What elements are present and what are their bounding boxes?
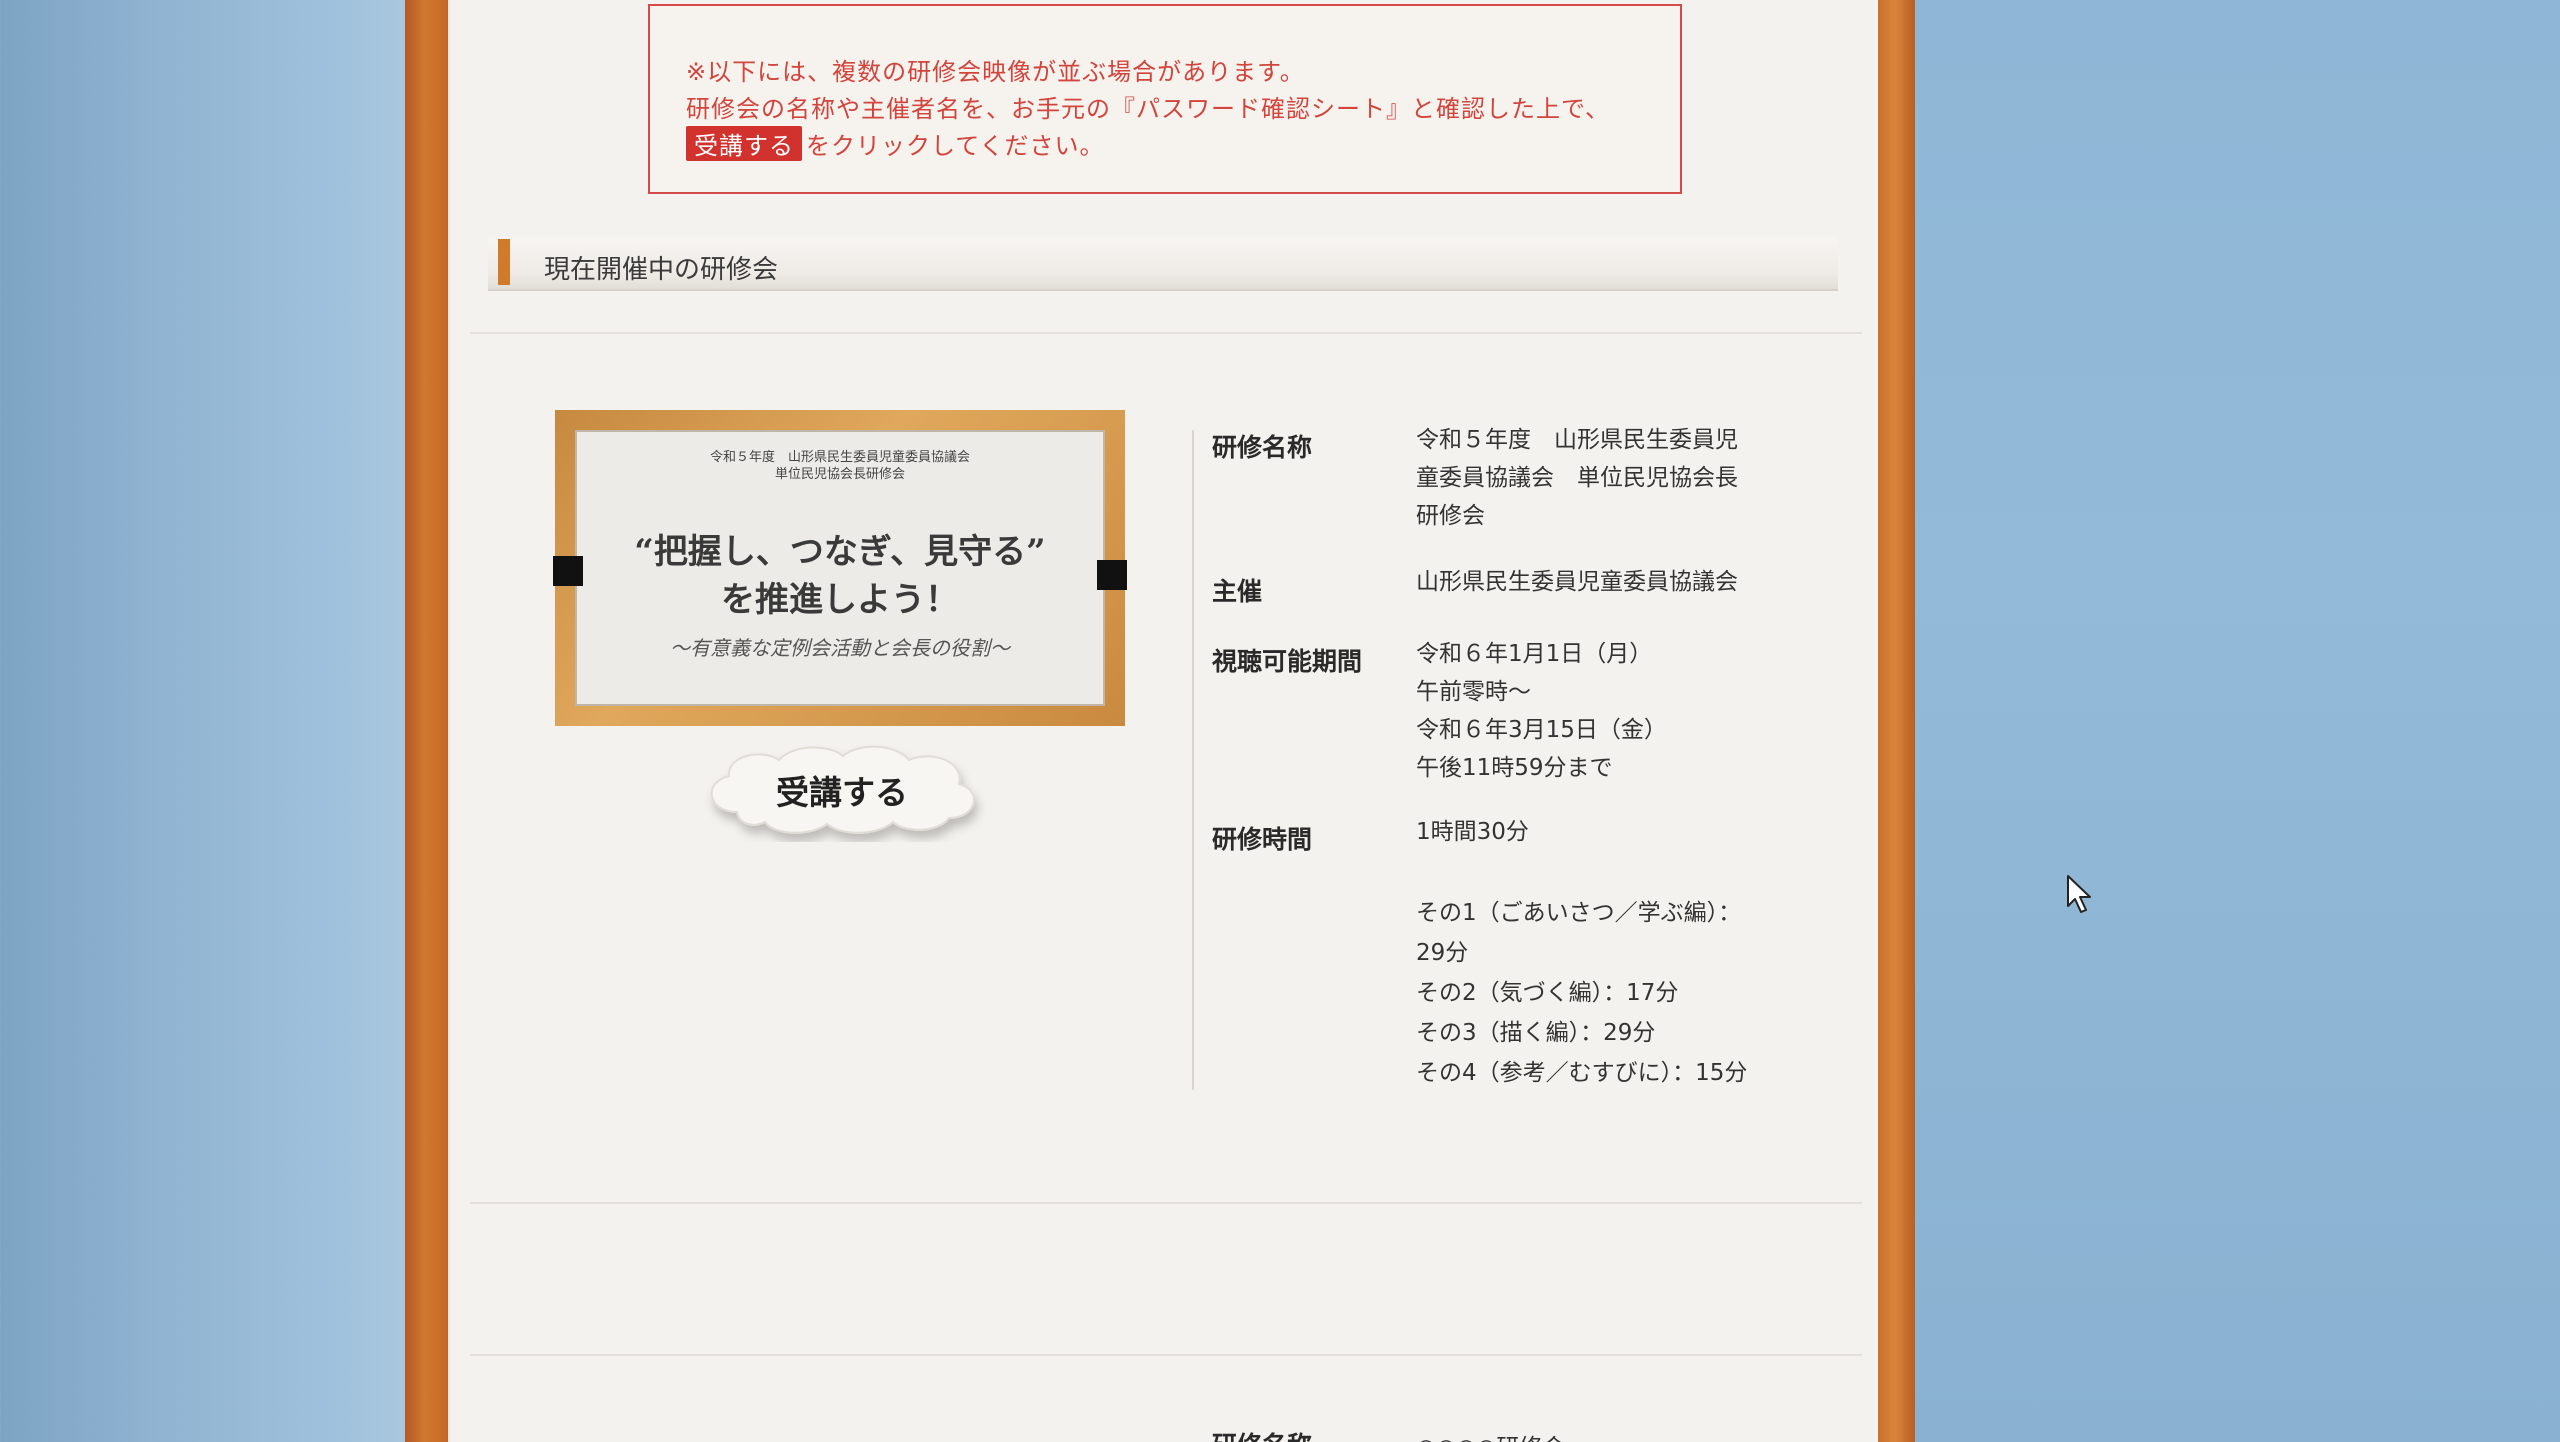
thumbnail-handle-right [1097, 560, 1127, 590]
training-part-item: その1（ごあいさつ／学ぶ編）： [1416, 900, 1742, 926]
training-part-item: その3（描く編）：29分 [1416, 1020, 1656, 1046]
host-value: 山形県民生委員児童委員協議会 [1416, 569, 1738, 595]
viewing-period-line: 午前零時～ [1416, 679, 1531, 705]
next-training-name-label: 研修名称 [1212, 1426, 1312, 1442]
thumbnail-subtitle: ～有意義な定例会活動と会長の役割～ [670, 636, 1010, 660]
training-thumbnail[interactable]: 令和５年度 山形県民生委員児童委員協議会 単位民児協会長研修会 “把握し、つなぎ… [553, 410, 1127, 726]
item-divider [470, 1354, 1862, 1356]
thumbnail-title-line-1: “把握し、つなぎ、見守る” [634, 532, 1046, 572]
mouse-pointer-icon [2066, 874, 2096, 920]
training-name-label: 研修名称 [1212, 433, 1313, 462]
training-part-item: その4（参考／むすびに）：15分 [1416, 1060, 1748, 1086]
notice-enroll-badge: 受講する [686, 126, 802, 161]
viewing-period-value: 令和６年1月1日（月） 午前零時～ 令和６年3月15日（金） 午後11時59分ま… [1416, 635, 1667, 787]
viewing-period-label: 視聴可能期間 [1212, 647, 1363, 676]
viewing-period-line: 午後11時59分まで [1416, 755, 1613, 781]
next-training-name-value: ○○○○研修会 [1416, 1428, 1565, 1442]
notice-line-2: 研修会の名称や主催者名を、お手元の『パスワード確認シート』と確認した上で、 [686, 95, 1611, 123]
training-time-label: 研修時間 [1212, 825, 1313, 854]
enroll-button-label: 受講する [776, 773, 908, 812]
section-title: 現在開催中の研修会 [544, 255, 779, 285]
section-header: 現在開催中の研修会 [488, 237, 1838, 291]
training-part-item: その2（気づく編）：17分 [1416, 980, 1679, 1006]
thumbnail-handle-left [553, 556, 583, 586]
training-part-item: 29分 [1416, 940, 1469, 966]
notice-line-1: ※以下には、複数の研修会映像が並ぶ場合があります。 [686, 58, 1305, 86]
item-divider [470, 1202, 1862, 1204]
notice-line-3-text: をクリックしてください。 [806, 132, 1105, 160]
section-accent-bar [498, 239, 510, 285]
host-label: 主催 [1212, 577, 1263, 606]
thumbnail-event-line: 単位民児協会長研修会 [774, 467, 905, 482]
viewing-period-line: 令和６年1月1日（月） [1416, 641, 1653, 667]
viewing-period-line: 令和６年3月15日（金） [1416, 717, 1667, 743]
training-name-line: 令和５年度 山形県民生委員児 [1416, 427, 1738, 453]
enroll-button[interactable]: 受講する [697, 742, 987, 842]
thumbnail-title-line-2: を推進しよう！ [721, 580, 959, 620]
training-parts-list: その1（ごあいさつ／学ぶ編）： 29分 その2（気づく編）：17分 その3（描く… [1416, 893, 1747, 1093]
training-time-value: 1時間30分 [1416, 819, 1529, 845]
training-name-line: 童委員協議会 単位民児協会長 [1416, 465, 1738, 491]
page-frame-right [1875, 0, 1915, 1442]
desktop-background-right [1915, 0, 2560, 1442]
notice-line-3: 受講する をクリックしてください。 [686, 126, 1105, 161]
training-name-line: 研修会 [1416, 503, 1485, 529]
thumbnail-slide: 令和５年度 山形県民生委員児童委員協議会 単位民児協会長研修会 “把握し、つなぎ… [575, 430, 1105, 706]
details-divider [1192, 430, 1194, 1090]
notice-box: ※以下には、複数の研修会映像が並ぶ場合があります。 研修会の名称や主催者名を、お… [648, 4, 1682, 194]
training-name-value: 令和５年度 山形県民生委員児 童委員協議会 単位民児協会長 研修会 [1416, 421, 1738, 535]
